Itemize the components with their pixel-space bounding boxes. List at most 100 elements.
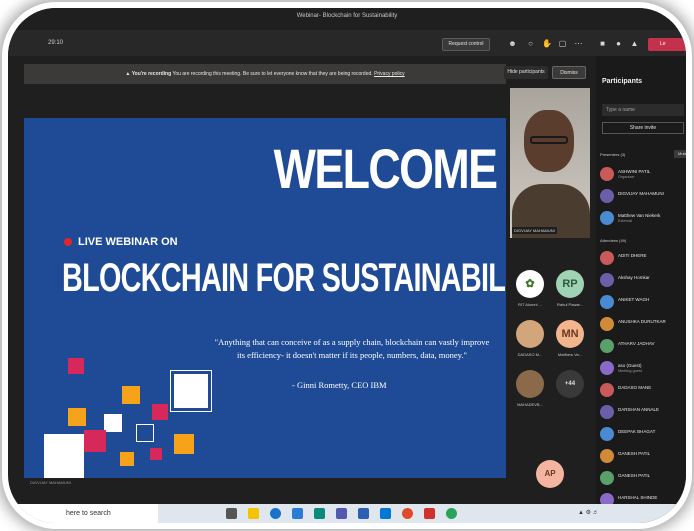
participant-avatar <box>600 427 614 441</box>
participants-panel: Participants Type a name Share invite Pr… <box>596 56 686 507</box>
share-icon[interactable]: ▲ <box>630 39 639 48</box>
mic-icon[interactable]: ● <box>614 39 623 48</box>
presenter-video[interactable]: DIGVIJAY MAHAMUNI <box>510 88 590 238</box>
participant-name: DARSHAN ANNALE <box>618 407 660 412</box>
chrome-icon[interactable] <box>402 508 413 519</box>
participant-row[interactable]: DARSHAN ANNALE <box>600 404 684 422</box>
participant-row[interactable]: GANESH PATIL <box>600 470 684 488</box>
live-dot-icon <box>64 238 72 247</box>
participant-avatar <box>600 295 614 309</box>
more-participants-tile[interactable]: +44 <box>552 370 588 422</box>
decor-square <box>44 434 84 478</box>
app-icon[interactable] <box>314 508 325 519</box>
participant-name: GANESH PATIL <box>618 473 651 478</box>
sharer-name: DIGVIJAY MAHAMUNI <box>30 480 71 485</box>
participant-name: ANIKET WAGH <box>618 297 650 302</box>
participant-avatar <box>600 317 614 331</box>
request-control-button[interactable]: Request control <box>442 38 490 51</box>
rooms-icon[interactable]: ▢ <box>558 39 567 48</box>
hide-participants-button[interactable]: Hide participants <box>504 66 548 79</box>
leave-button[interactable]: Le <box>648 38 686 51</box>
participant-row[interactable]: DIGVIJAY MAHAMUNI <box>600 188 684 206</box>
video-tile[interactable]: MAHADEVB... <box>512 370 548 422</box>
participant-search-input[interactable]: Type a name <box>602 104 684 116</box>
avatar <box>516 320 544 348</box>
participant-row[interactable]: ASHWINI PATIL Organizer <box>600 166 684 184</box>
participant-row[interactable]: ADITI DHERE <box>600 250 684 268</box>
slide-welcome: WELCOME <box>273 137 497 200</box>
raise-hand-icon[interactable]: ✋ <box>542 39 552 48</box>
participant-row[interactable]: DADASO MANE <box>600 382 684 400</box>
decor-square <box>120 452 134 466</box>
participant-name: ATHARV JADHAV <box>618 341 655 346</box>
slide-headline: BLOCKCHAIN FOR SUSTAINABILITY <box>62 256 506 300</box>
participant-name: ANUSHKA DURUTKAR <box>618 319 666 324</box>
participant-row[interactable]: DEEPAK BHAGAT <box>600 426 684 444</box>
participant-name: ASHWINI PATIL <box>618 169 651 174</box>
participant-row[interactable]: GANESH PATIL <box>600 448 684 466</box>
participant-row[interactable]: ANIKET WAGH <box>600 294 684 312</box>
shared-slide: WELCOME LIVE WEBINAR ON BLOCKCHAIN FOR S… <box>24 118 506 478</box>
app-green-icon[interactable] <box>446 508 457 519</box>
video-tile[interactable]: MN Matthew Va... <box>552 320 588 372</box>
screenshot-frame: Webinar- Blockchain for Sustainability 2… <box>8 8 686 523</box>
camera-icon[interactable]: ■ <box>598 39 607 48</box>
recording-title: You're recording <box>131 71 172 77</box>
participant-row[interactable]: aso (Guest) Meeting guest <box>600 360 684 378</box>
participant-name: ADITI DHERE <box>618 253 647 258</box>
participant-avatar <box>600 361 614 375</box>
share-invite-button[interactable]: Share invite <box>602 122 684 134</box>
windows-app-icon[interactable] <box>380 508 391 519</box>
meeting-timer: 29:10 <box>48 40 64 46</box>
participant-name: DADASO MANE <box>618 385 652 390</box>
title-bar: Webinar- Blockchain for Sustainability <box>8 8 686 30</box>
attendees-header[interactable]: Attendees (49) <box>600 238 626 243</box>
tile-label: Rahul Pawar... <box>556 302 583 307</box>
task-view-icon[interactable] <box>226 508 237 519</box>
presenter-name: DIGVIJAY MAHAMUNI <box>512 227 557 234</box>
participant-row[interactable]: ANUSHKA DURUTKAR <box>600 316 684 334</box>
video-tile[interactable]: DADASO M... <box>512 320 548 372</box>
tile-label: RIT Alumni ... <box>518 302 542 307</box>
dismiss-button[interactable]: Dismiss <box>552 66 586 79</box>
window-title: Webinar- Blockchain for Sustainability <box>296 13 398 19</box>
edge-icon[interactable] <box>270 508 281 519</box>
participant-row[interactable]: Akshay Homkar <box>600 272 684 290</box>
decor-square <box>68 358 84 374</box>
participant-name: GANESH PATIL <box>618 451 651 456</box>
live-text: LIVE WEBINAR ON <box>78 236 178 248</box>
participant-role: Meeting guest <box>618 369 642 373</box>
privacy-policy-link[interactable]: Privacy policy <box>374 71 405 77</box>
participant-avatar <box>600 167 614 181</box>
store-icon[interactable] <box>292 508 303 519</box>
more-icon[interactable]: ⋯ <box>574 39 583 48</box>
meeting-toolbar: 29:10 Request control ☻ ○ ✋ ▢ ⋯ ■ ● ▲ Le <box>8 30 686 56</box>
chat-icon[interactable]: ○ <box>526 39 535 48</box>
presenters-header[interactable]: Presenters (3) <box>600 152 625 157</box>
avatar: RP <box>556 270 584 298</box>
decor-square <box>104 414 122 432</box>
video-tile[interactable]: ✿ RIT Alumni ... <box>512 270 548 322</box>
pdf-icon[interactable] <box>424 508 435 519</box>
participant-name: DIGVIJAY MAHAMUNI <box>618 191 664 196</box>
participant-name: DEEPAK BHAGAT <box>618 429 656 434</box>
decor-square <box>136 424 154 442</box>
participant-name: Matthew Van Niekerk <box>618 213 661 218</box>
mute-all-button[interactable]: Mute all <box>674 150 686 158</box>
participant-row[interactable]: ATHARV JADHAV <box>600 338 684 356</box>
taskbar-search[interactable]: here to search <box>8 504 158 523</box>
participants-title: Participants <box>602 78 643 85</box>
participant-role: Organizer <box>618 175 635 179</box>
people-icon[interactable]: ☻ <box>508 39 517 48</box>
slide-live-label: LIVE WEBINAR ON <box>64 236 178 248</box>
video-tile[interactable]: RP Rahul Pawar... <box>552 270 588 322</box>
avatar <box>516 370 544 398</box>
participant-row[interactable]: Matthew Van Niekerk External <box>600 210 684 228</box>
participant-avatar <box>600 339 614 353</box>
word-icon[interactable] <box>358 508 369 519</box>
file-explorer-icon[interactable] <box>248 508 259 519</box>
teams-icon[interactable] <box>336 508 347 519</box>
tray-icons[interactable]: ▲ ⚙ ♬ <box>578 509 599 516</box>
recording-text: You are recording this meeting. Be sure … <box>172 71 373 77</box>
avatar: AP <box>536 460 564 488</box>
